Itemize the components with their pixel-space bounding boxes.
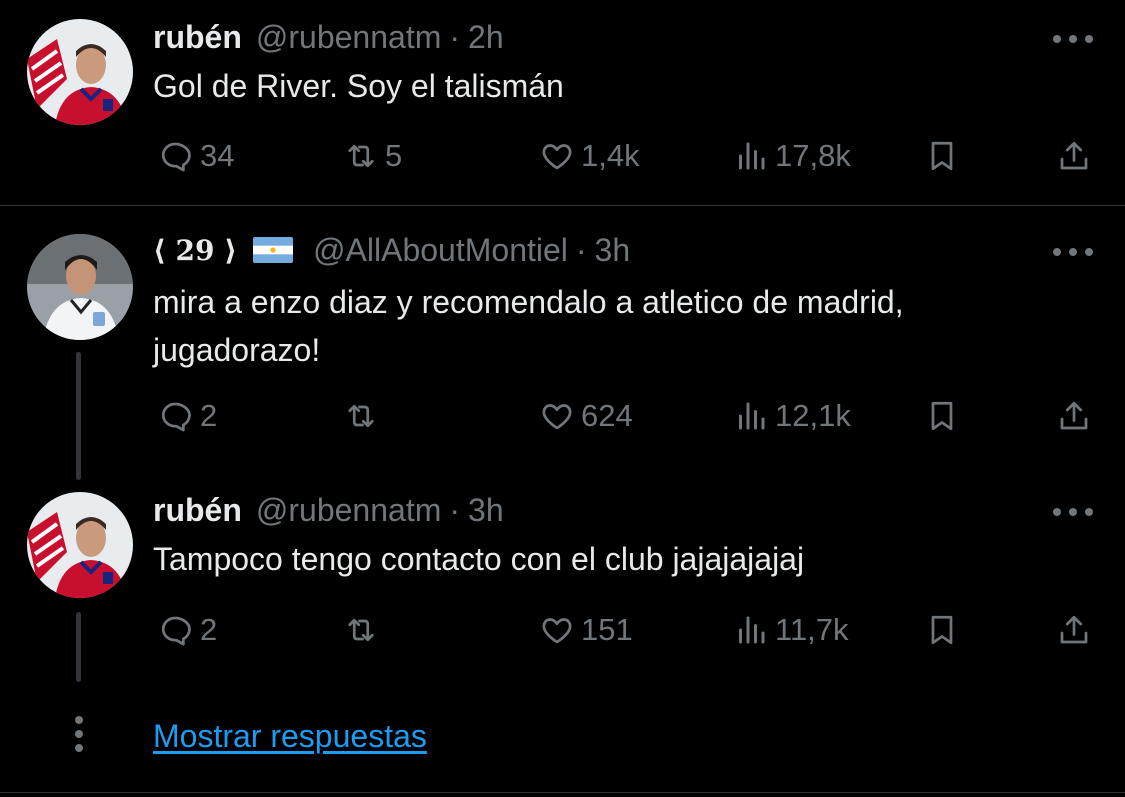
bookmark-icon <box>931 401 953 431</box>
share-button[interactable] <box>1056 394 1092 438</box>
bookmark-icon <box>931 141 953 171</box>
avatar[interactable] <box>27 234 133 340</box>
views-button[interactable]: 12,1k <box>733 394 851 438</box>
retweet-button[interactable] <box>343 394 385 438</box>
separator-dot: · <box>449 18 461 55</box>
action-bar: 34 5 1,4k 17,8k <box>0 134 1125 178</box>
reply-icon <box>161 402 191 432</box>
avatar-image <box>27 234 133 340</box>
retweet-icon <box>348 618 374 642</box>
tweet-2[interactable]: ⟨ 29 ⟩ @AllAboutMontiel · 3h mira a enzo… <box>0 206 1125 480</box>
retweet-button[interactable]: 5 <box>343 134 402 178</box>
more-replies-dots-icon <box>74 716 84 754</box>
separator-dot: · <box>575 231 587 268</box>
tweet-text: Gol de River. Soy el talismán <box>153 68 564 104</box>
bookmark-icon <box>931 615 953 645</box>
reply-icon <box>161 142 191 172</box>
like-button[interactable]: 1,4k <box>539 134 640 178</box>
timestamp[interactable]: 3h <box>468 492 504 529</box>
reply-button[interactable]: 2 <box>158 394 217 438</box>
views-icon <box>739 142 765 170</box>
tweet-header: rubén @rubennatm · 3h <box>153 490 504 530</box>
bottom-divider <box>0 792 1125 793</box>
share-button[interactable] <box>1056 134 1092 178</box>
reply-count: 2 <box>200 612 218 647</box>
like-button[interactable]: 151 <box>539 608 633 652</box>
views-count: 11,7k <box>775 612 849 647</box>
share-icon <box>1060 141 1088 170</box>
author-name[interactable]: rubén <box>153 19 242 56</box>
like-count: 151 <box>581 612 633 647</box>
timestamp[interactable]: 3h <box>595 232 631 269</box>
action-bar: 2 151 11,7k <box>0 608 1125 652</box>
bookmark-button[interactable] <box>924 608 960 652</box>
retweet-button[interactable] <box>343 608 385 652</box>
avatar-image <box>27 492 133 598</box>
retweet-icon <box>348 404 374 428</box>
views-button[interactable]: 17,8k <box>733 134 851 178</box>
like-count: 624 <box>581 398 633 433</box>
like-button[interactable]: 624 <box>539 394 633 438</box>
tweet-header: ⟨ 29 ⟩ @AllAboutMontiel · 3h <box>153 230 630 270</box>
views-button[interactable]: 11,7k <box>733 608 849 652</box>
tweet-text: Tampoco tengo contacto con el club jajaj… <box>153 541 805 577</box>
bookmark-button[interactable] <box>924 394 960 438</box>
share-button[interactable] <box>1056 608 1092 652</box>
share-icon <box>1060 401 1088 430</box>
timestamp[interactable]: 2h <box>468 19 504 56</box>
show-replies-link[interactable]: Mostrar respuestas <box>153 714 427 758</box>
reply-button[interactable]: 34 <box>158 134 234 178</box>
avatar[interactable] <box>27 492 133 598</box>
author-handle[interactable]: @AllAboutMontiel <box>313 232 568 269</box>
views-icon <box>739 402 765 430</box>
tweet-header: rubén @rubennatm · 2h <box>153 17 504 57</box>
avatar[interactable] <box>27 19 133 125</box>
like-icon <box>542 618 572 644</box>
retweet-icon <box>348 144 374 168</box>
avatar-image <box>27 19 133 125</box>
views-count: 12,1k <box>775 398 851 433</box>
reply-count: 34 <box>200 138 235 173</box>
tweet-1[interactable]: rubén @rubennatm · 2h Gol de River. Soy … <box>0 0 1125 205</box>
reply-count: 2 <box>200 398 218 433</box>
argentina-flag-icon <box>253 237 294 263</box>
views-count: 17,8k <box>775 138 851 173</box>
more-icon[interactable] <box>1053 32 1093 46</box>
tweet-text: mira a enzo diaz y recomendalo a atletic… <box>153 284 904 368</box>
retweet-count: 5 <box>385 138 403 173</box>
author-name[interactable]: rubén <box>153 492 242 529</box>
more-icon[interactable] <box>1053 505 1093 519</box>
reply-icon <box>161 616 191 646</box>
like-icon <box>542 404 572 430</box>
bookmark-button[interactable] <box>924 134 960 178</box>
author-handle[interactable]: @rubennatm <box>256 19 441 56</box>
like-icon <box>542 144 572 170</box>
author-handle[interactable]: @rubennatm <box>256 492 441 529</box>
reply-button[interactable]: 2 <box>158 608 217 652</box>
share-icon <box>1060 615 1088 644</box>
more-icon[interactable] <box>1053 245 1093 259</box>
separator-dot: · <box>449 491 461 528</box>
tweet-3[interactable]: rubén @rubennatm · 3h Tampoco tengo cont… <box>0 480 1125 690</box>
views-icon <box>739 616 765 644</box>
like-count: 1,4k <box>581 138 640 173</box>
author-name[interactable]: ⟨ 29 ⟩ <box>153 234 237 267</box>
action-bar: 2 624 12,1k <box>0 394 1125 438</box>
